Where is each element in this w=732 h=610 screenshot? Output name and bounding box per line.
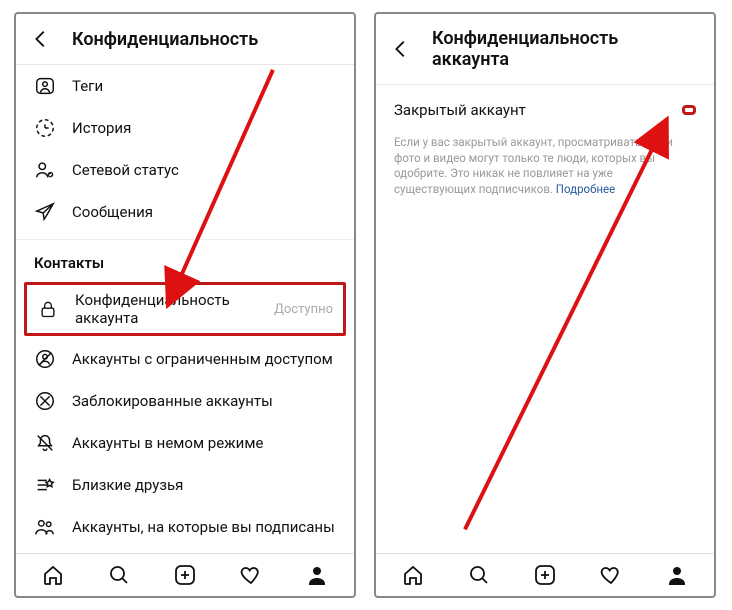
item-label: Сетевой статус — [72, 161, 179, 179]
history-icon — [34, 117, 56, 139]
item-label: История — [72, 119, 131, 137]
item-trailing: Доступно — [274, 302, 333, 317]
content: Закрытый аккаунт Если у вас закрытый акк… — [376, 85, 714, 553]
nav-search[interactable] — [466, 562, 492, 588]
item-label: Сообщения — [72, 203, 153, 221]
nav-search[interactable] — [106, 562, 132, 588]
screen-privacy: Конфиденциальность Теги История Сетевой … — [14, 12, 356, 598]
item-label: Теги — [72, 77, 103, 95]
header: Конфиденциальность — [16, 14, 354, 65]
blocked-icon — [34, 390, 56, 412]
learn-more-link[interactable]: Подробнее — [556, 182, 615, 196]
item-close-friends[interactable]: Близкие друзья — [16, 464, 354, 506]
nav-profile[interactable] — [304, 562, 330, 588]
item-messages[interactable]: Сообщения — [16, 191, 354, 233]
page-title: Конфиденциальность — [72, 29, 258, 50]
nav-add[interactable] — [532, 562, 558, 588]
item-story[interactable]: История — [16, 107, 354, 149]
nav-profile[interactable] — [664, 562, 690, 588]
item-muted[interactable]: Аккаунты в немом режиме — [16, 422, 354, 464]
private-account-description: Если у вас закрытый аккаунт, просматрива… — [376, 129, 714, 207]
nav-activity[interactable] — [238, 562, 264, 588]
back-button[interactable] — [30, 28, 52, 50]
item-label: Конфиденциальность аккаунта — [75, 291, 258, 327]
tag-user-icon — [34, 75, 56, 97]
nav-add[interactable] — [172, 562, 198, 588]
bottom-nav — [376, 553, 714, 596]
item-blocked[interactable]: Заблокированные аккаунты — [16, 380, 354, 422]
content-list: Теги История Сетевой статус Сообщения Ко… — [16, 65, 354, 553]
row-private-account: Закрытый аккаунт — [376, 85, 714, 129]
item-label: Близкие друзья — [72, 476, 183, 494]
section-contacts: Контакты — [16, 239, 354, 280]
item-restricted[interactable]: Аккаунты с ограниченным доступом — [16, 338, 354, 380]
following-icon — [34, 516, 56, 538]
nav-home[interactable] — [400, 562, 426, 588]
item-activity-status[interactable]: Сетевой статус — [16, 149, 354, 191]
item-tags[interactable]: Теги — [16, 65, 354, 107]
annotation-highlight — [682, 105, 696, 115]
close-friends-icon — [34, 474, 56, 496]
item-label: Заблокированные аккаунты — [72, 392, 273, 410]
item-following[interactable]: Аккаунты, на которые вы подписаны — [16, 506, 354, 548]
item-label: Аккаунты, на которые вы подписаны — [72, 518, 335, 536]
toggle-knob — [666, 113, 686, 133]
muted-icon — [34, 432, 56, 454]
page-title: Конфиденциальность аккаунта — [432, 28, 698, 70]
messages-icon — [34, 201, 56, 223]
toggle-label: Закрытый аккаунт — [394, 101, 526, 119]
nav-home[interactable] — [40, 562, 66, 588]
back-button[interactable] — [390, 38, 412, 60]
lock-icon — [37, 298, 59, 320]
item-label: Аккаунты в немом режиме — [72, 434, 263, 452]
item-account-privacy[interactable]: Конфиденциальность аккаунта Доступно — [24, 282, 346, 336]
status-icon — [34, 159, 56, 181]
item-label: Аккаунты с ограниченным доступом — [72, 350, 333, 368]
header: Конфиденциальность аккаунта — [376, 14, 714, 85]
bottom-nav — [16, 553, 354, 596]
restricted-icon — [34, 348, 56, 370]
nav-activity[interactable] — [598, 562, 624, 588]
screen-account-privacy: Конфиденциальность аккаунта Закрытый акк… — [374, 12, 716, 598]
